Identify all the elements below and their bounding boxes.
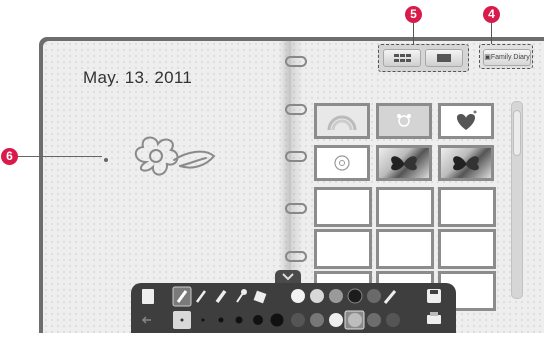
- brush-size-options[interactable]: [201, 313, 284, 327]
- thumbnail-butterfly[interactable]: [438, 145, 494, 181]
- callout-line-6: [18, 156, 102, 157]
- thumbnail-heart[interactable]: [438, 103, 494, 139]
- brush-icon[interactable]: [236, 289, 247, 303]
- family-diary-frame: ▣Family Diary: [479, 44, 533, 69]
- thumbnail-blank[interactable]: [376, 187, 434, 227]
- bear-icon: [397, 114, 411, 127]
- diary-date: May. 13. 2011: [83, 68, 193, 87]
- pen-icon[interactable]: [195, 290, 207, 303]
- eraser-icon[interactable]: [253, 290, 267, 304]
- callout-badge-6: 6: [1, 148, 18, 165]
- flower-icon: [334, 155, 350, 171]
- undo-icon[interactable]: [141, 316, 151, 324]
- save-icon[interactable]: [427, 289, 441, 303]
- callout-line-4: [491, 23, 492, 44]
- brush-size-selected[interactable]: [173, 311, 191, 329]
- grid-icon: [394, 54, 411, 62]
- thumbnail-blank[interactable]: [438, 229, 496, 269]
- thumbnail-blank[interactable]: [376, 229, 434, 269]
- color-swatch-row1[interactable]: [291, 288, 381, 304]
- rainbow-icon: [327, 115, 357, 131]
- marker-icon[interactable]: [215, 289, 227, 304]
- grid-view-button[interactable]: [383, 49, 421, 67]
- binder-ring: [285, 251, 307, 262]
- heart-icon: [456, 110, 477, 130]
- binder-ring: [285, 104, 307, 115]
- callout-badge-4: 4: [483, 6, 500, 23]
- palette-icon[interactable]: [383, 290, 397, 304]
- callout-6-dot: [104, 158, 108, 162]
- thumbnail-rainbow[interactable]: [314, 103, 370, 139]
- binder-ring: [285, 56, 307, 67]
- thumbnail-butterfly[interactable]: [376, 145, 432, 181]
- thumbnail-scrollbar[interactable]: [511, 101, 523, 299]
- thumbnail-flower[interactable]: [314, 145, 370, 181]
- toolbar-tools: [141, 286, 441, 330]
- scrollbar-thumb[interactable]: [513, 110, 521, 156]
- color-swatch-row2[interactable]: [291, 310, 400, 330]
- single-view-button[interactable]: [425, 49, 463, 67]
- flower-drawing: [134, 136, 216, 176]
- thumbnail-bear[interactable]: [376, 103, 432, 139]
- single-page-icon: [437, 54, 451, 62]
- butterfly-icon: [391, 156, 417, 171]
- thumbnail-blank[interactable]: [438, 187, 496, 227]
- drawing-toolbar: [131, 283, 456, 333]
- print-icon[interactable]: [427, 312, 441, 324]
- family-diary-button[interactable]: ▣Family Diary: [483, 49, 531, 66]
- toolbar-collapse-handle[interactable]: [275, 270, 301, 284]
- thumbnail-blank[interactable]: [314, 229, 372, 269]
- new-page-icon[interactable]: [142, 289, 154, 304]
- butterfly-icon: [453, 156, 479, 171]
- family-diary-label: Family Diary: [490, 54, 530, 61]
- pen-tool-selected[interactable]: [172, 286, 192, 307]
- diary-icon: ▣: [484, 54, 491, 61]
- chevron-down-icon: [282, 273, 294, 281]
- binder-ring: [285, 203, 307, 214]
- thumbnail-blank[interactable]: [314, 187, 372, 227]
- view-mode-toggle: [378, 44, 469, 72]
- callout-badge-5: 5: [405, 6, 422, 23]
- binder-ring: [285, 151, 307, 162]
- callout-line-5: [413, 23, 414, 44]
